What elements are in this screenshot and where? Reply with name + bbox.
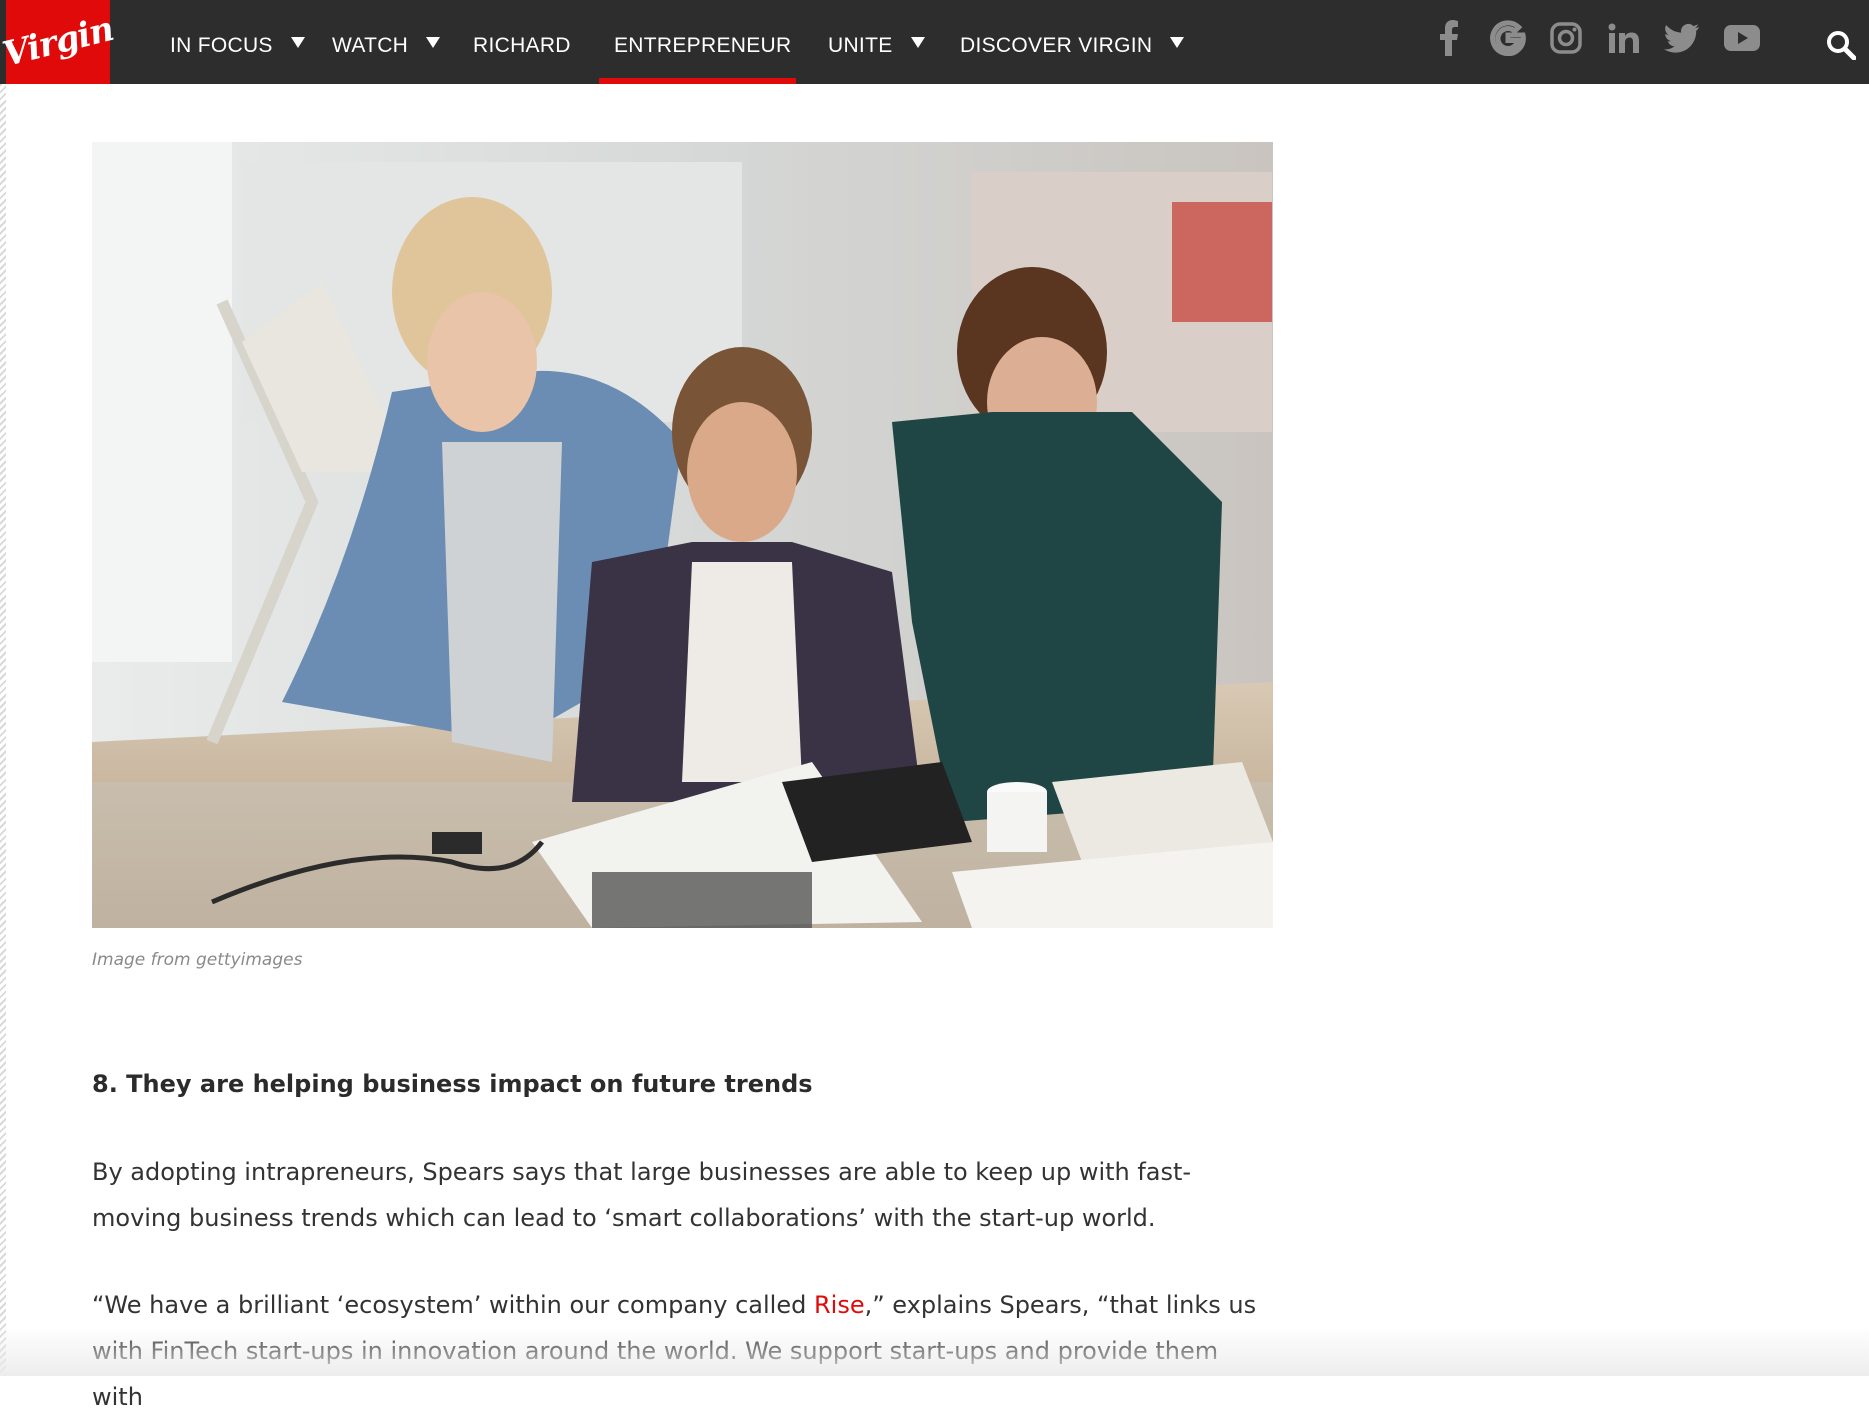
youtube-icon[interactable] [1720, 14, 1764, 62]
caret-down-icon [290, 36, 305, 48]
caret-down-icon [910, 36, 925, 48]
nav-item-watch[interactable]: WATCH [332, 0, 441, 84]
nav-label: UNITE [828, 34, 893, 57]
nav-label: ENTREPRENEUR [614, 34, 792, 57]
page-left-border [0, 84, 6, 1376]
search-icon[interactable] [1826, 30, 1860, 64]
rise-link[interactable]: Rise [814, 1291, 865, 1319]
image-caption: Image from gettyimages [92, 950, 303, 970]
virgin-logo[interactable]: Virgin [0, 0, 117, 84]
caret-down-icon [426, 36, 441, 48]
top-navigation: Virgin IN FOCUS WATCH RICHARD ENTREPRENE… [0, 0, 1869, 84]
google-icon[interactable] [1486, 14, 1530, 62]
linkedin-icon[interactable] [1602, 14, 1646, 62]
nav-label: IN FOCUS [170, 34, 273, 57]
article-hero-image [92, 142, 1273, 928]
article-paragraph-quote: “We have a brilliant ‘ecosystem’ within … [92, 1282, 1272, 1420]
article-paragraph: By adopting intrapreneurs, Spears says t… [92, 1158, 1192, 1232]
office-team-photo [92, 142, 1273, 928]
active-tab-indicator [599, 78, 796, 84]
nav-item-in-focus[interactable]: IN FOCUS [170, 0, 305, 84]
nav-item-richard[interactable]: RICHARD [473, 0, 571, 84]
nav-item-entrepreneur[interactable]: ENTREPRENEUR [614, 0, 791, 84]
instagram-icon[interactable] [1544, 14, 1588, 62]
nav-item-discover-virgin[interactable]: DISCOVER VIRGIN [960, 0, 1185, 84]
twitter-icon[interactable] [1660, 14, 1704, 62]
nav-item-unite[interactable]: UNITE [828, 0, 925, 84]
logo-text: Virgin [0, 9, 118, 75]
nav-label: DISCOVER VIRGIN [960, 34, 1153, 57]
nav-label: RICHARD [473, 34, 571, 57]
section-heading: 8. They are helping business impact on f… [92, 1070, 813, 1098]
nav-label: WATCH [332, 34, 409, 57]
paragraph-text: “We have a brilliant ‘ecosystem’ within … [92, 1291, 814, 1319]
facebook-icon[interactable] [1427, 14, 1471, 62]
caret-down-icon [1170, 36, 1185, 48]
